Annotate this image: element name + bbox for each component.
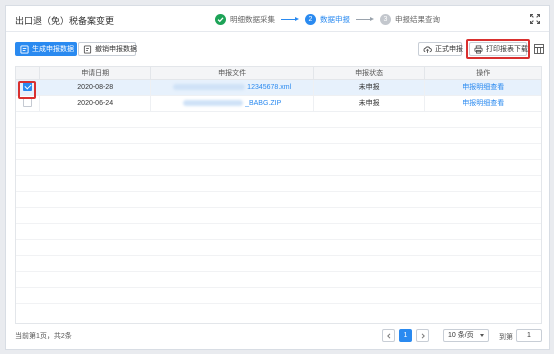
generate-label: 生成申报数据 (32, 46, 74, 53)
chevron-right-icon (421, 332, 425, 339)
empty-row (16, 224, 541, 240)
declaration-file-link[interactable]: _BABG.ZIP (151, 96, 314, 112)
formal-label: 正式申报 (435, 46, 463, 53)
table-row[interactable]: 2020-08-28 12345678.xml 未申报 申报明细查看 (16, 80, 541, 96)
declaration-table: 申请日期 申报文件 申报状态 操作 2020-08-28 12345678.xm… (15, 66, 542, 324)
step-label: 数据申报 (320, 14, 350, 24)
step-data-declaration[interactable]: 2 数据申报 (305, 12, 350, 26)
step-data-collection[interactable]: 明细数据采集 (215, 12, 275, 26)
grid-settings-icon[interactable] (534, 44, 544, 56)
total-count: 当前第1页，共2条 (15, 333, 72, 340)
highlight-frame (18, 81, 36, 99)
pagination-bar: 当前第1页，共2条 1 10 条/页 到第 1 (6, 323, 549, 349)
print-report-download-button[interactable]: 打印报表下载 (469, 42, 528, 56)
step-label: 申报结果查询 (395, 14, 440, 24)
file-name: _BABG.ZIP (245, 100, 282, 107)
row-checkbox[interactable] (22, 97, 32, 107)
empty-row (16, 288, 541, 304)
redacted-text (183, 100, 244, 107)
prev-page-button[interactable] (382, 329, 395, 342)
step-indicator: 明细数据采集 2 数据申报 3 申报结果查询 (215, 12, 440, 26)
step-number: 2 (305, 13, 316, 25)
declaration-file-link[interactable]: 12345678.xml (151, 80, 314, 96)
page-size-select[interactable]: 10 条/页 (443, 329, 489, 342)
empty-row (16, 256, 541, 272)
header-file: 申报文件 (151, 67, 314, 80)
header-select (16, 67, 40, 80)
check-icon (215, 13, 226, 25)
apply-date: 2020-08-28 (40, 80, 152, 96)
step-number: 3 (380, 13, 391, 25)
next-page-button[interactable] (416, 329, 429, 342)
empty-row (16, 128, 541, 144)
printer-icon (474, 44, 483, 54)
redacted-text (173, 84, 246, 91)
cloud-upload-icon (423, 45, 432, 54)
empty-row (16, 160, 541, 176)
withdraw-declaration-button[interactable]: 撤销申报数据 (78, 42, 137, 56)
step-result-query[interactable]: 3 申报结果查询 (380, 12, 440, 26)
empty-row (16, 240, 541, 256)
declaration-status: 未申报 (314, 96, 426, 112)
empty-row (16, 272, 541, 288)
goto-label: 到第 (499, 334, 513, 341)
app-window: 出口退（免）税备案变更 明细数据采集 2 数据申报 3 申报结果查询 生成申报数… (5, 5, 550, 350)
header-action: 操作 (476, 70, 491, 77)
page-size-value: 10 条/页 (448, 332, 474, 339)
header-apply-date: 申请日期 (40, 67, 152, 80)
empty-row (16, 208, 541, 224)
apply-date: 2020-06-24 (40, 96, 152, 112)
declaration-status: 未申报 (314, 80, 426, 96)
view-details-link[interactable]: 申报明细查看 (425, 96, 541, 112)
header-status: 申报状态 (314, 67, 426, 80)
document-icon (20, 44, 29, 54)
undo-document-icon (83, 44, 92, 54)
goto-page-input[interactable]: 1 (516, 329, 542, 342)
empty-row (16, 176, 541, 192)
empty-row (16, 144, 541, 160)
table-row[interactable]: 2020-06-24 _BABG.ZIP 未申报 申报明细查看 (16, 96, 541, 112)
file-name: 12345678.xml (247, 84, 292, 91)
empty-row (16, 112, 541, 128)
formal-declaration-button[interactable]: 正式申报 (418, 42, 463, 56)
arrow-right-icon (281, 17, 299, 21)
chevron-left-icon (386, 332, 390, 339)
withdraw-label: 撤销申报数据 (95, 46, 137, 53)
print-label: 打印报表下载 (486, 46, 528, 53)
caret-down-icon (480, 334, 484, 337)
fullscreen-icon[interactable] (529, 13, 541, 25)
page-header: 出口退（免）税备案变更 明细数据采集 2 数据申报 3 申报结果查询 (6, 6, 549, 32)
empty-row (16, 192, 541, 208)
page-number-button[interactable]: 1 (399, 329, 412, 342)
arrow-right-icon (356, 17, 374, 21)
table-header: 申请日期 申报文件 申报状态 操作 (16, 67, 541, 80)
generate-declaration-button[interactable]: 生成申报数据 (15, 42, 77, 56)
page-title: 出口退（免）税备案变更 (15, 16, 115, 26)
step-label: 明细数据采集 (230, 14, 275, 24)
view-details-link[interactable]: 申报明细查看 (425, 80, 541, 96)
